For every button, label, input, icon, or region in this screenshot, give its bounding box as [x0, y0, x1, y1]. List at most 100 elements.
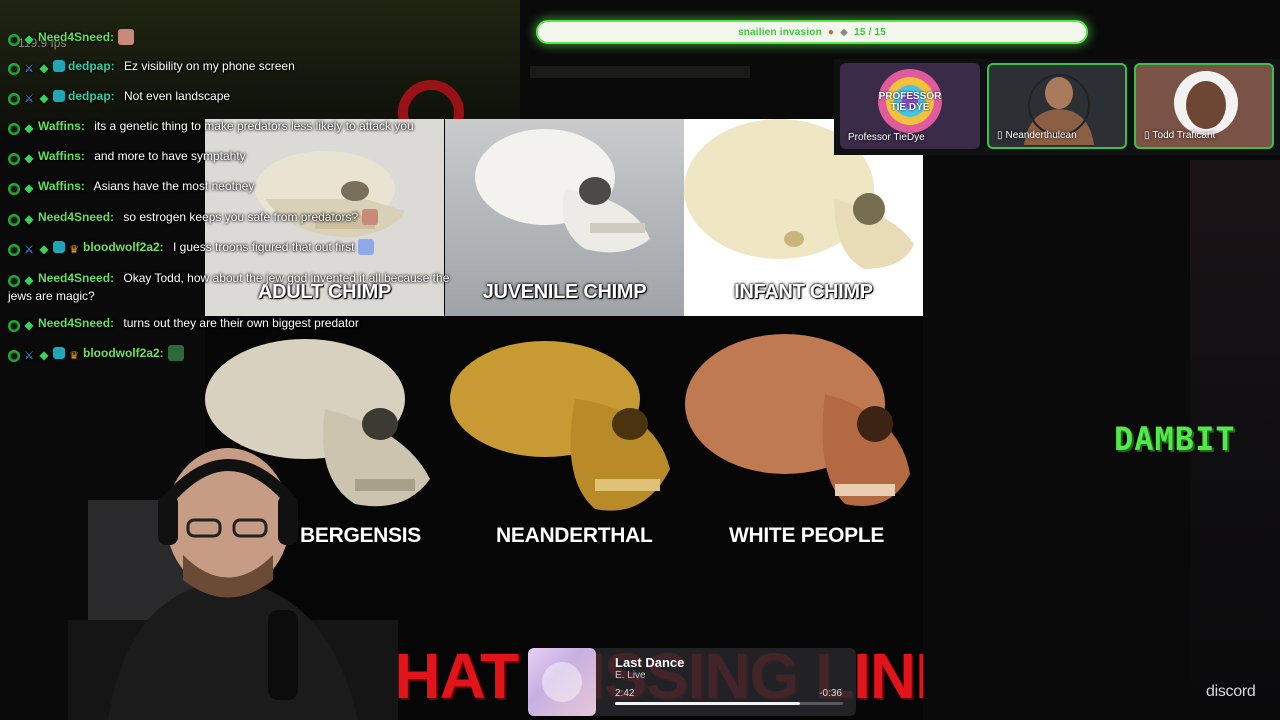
chat-username[interactable]: bloodwolf2a2:: [83, 240, 164, 254]
chat-message: ⊗ ◆ Need4Sneed: so estrogen keeps you safe…: [8, 208, 379, 226]
label-neanderthal: NEANDERTHAL: [496, 524, 653, 547]
emote-icon: [358, 239, 375, 255]
emote-icon: [167, 345, 184, 361]
goal-count: 15 / 15: [854, 26, 887, 38]
streamer-figure: [68, 448, 398, 720]
gem-badge-icon: ◆: [39, 348, 49, 362]
crown-badge-icon: ♛: [69, 244, 79, 256]
goal-sub-bar: [530, 66, 750, 78]
chat-message: ⊗ ◆ Need4Sneed: Okay Todd, how about the j…: [8, 269, 456, 305]
sword-badge-icon: ⚔: [24, 350, 34, 362]
chat-text: turns out they are their own biggest pre…: [120, 316, 359, 330]
mod-badge-icon: ⊗: [8, 183, 20, 195]
mod-badge-icon: ⊗: [8, 123, 20, 135]
gem-badge-icon: ◆: [39, 242, 49, 256]
chat-text: and more to have symptahty: [90, 149, 246, 163]
emote-icon: [118, 29, 135, 45]
track-title: Last Dance: [615, 655, 685, 670]
mod-badge-icon: ⊗: [8, 275, 20, 287]
dambit-sign: DAMBIT: [1114, 420, 1236, 458]
chat-message: ⊗ ⚔ ◆ ♛ bloodwolf2a2:: [8, 344, 184, 362]
phone-icon: ▯: [1144, 130, 1150, 141]
chat-message: ⊗ ◆ Need4Sneed:: [8, 28, 135, 46]
sword-badge-icon: ⚔: [24, 93, 34, 105]
discord-tile-todd-traficant[interactable]: ▯ Todd Traficant: [1134, 63, 1274, 149]
chat-username[interactable]: Waffins:: [38, 179, 85, 193]
mod-badge-icon: ⊗: [8, 244, 20, 256]
discord-participants: PROFESSOR TIE DYE Professor TieDye ▯ Nean…: [834, 59, 1280, 155]
grid-badge-icon: [53, 60, 65, 72]
chat-text: Not even landscape: [120, 89, 231, 103]
chat-username[interactable]: Waffins:: [38, 119, 85, 133]
sword-badge-icon: ⚔: [24, 63, 34, 75]
mod-badge-icon: ⊗: [8, 320, 20, 332]
crown-badge-icon: ♛: [69, 350, 79, 362]
emote-icon: [362, 209, 379, 225]
participant-name: ▯ Neanderthulean: [997, 130, 1077, 141]
chat-message: ⊗ ⚔ ◆ dedpap: Not even landscape: [8, 87, 230, 105]
chat-username[interactable]: Need4Sneed:: [38, 30, 114, 44]
chat-username[interactable]: Need4Sneed:: [38, 316, 114, 330]
seek-fill: [615, 702, 800, 705]
now-playing-widget: Last Dance E. Live 2:42 -0:36: [528, 648, 856, 716]
chat-message: ⊗ ⚔ ◆ dedpap: Ez visibility on my phone scr…: [8, 57, 295, 75]
chat-username[interactable]: dedpap:: [68, 89, 115, 103]
label-infant-chimp: INFANT CHIMP: [734, 281, 873, 303]
grid-badge-icon: [53, 347, 65, 359]
grid-badge-icon: [53, 90, 65, 102]
chat-username[interactable]: bloodwolf2a2:: [83, 346, 164, 360]
mod-badge-icon: ⊗: [8, 93, 20, 105]
grid-badge-icon: [53, 241, 65, 253]
chat-username[interactable]: Need4Sneed:: [38, 210, 114, 224]
participant-name: Professor TieDye: [848, 132, 925, 143]
label-juvenile-chimp: JUVENILE CHIMP: [482, 281, 647, 303]
goal-label: snailien invasion: [737, 26, 822, 38]
chat-message: ⊗ ◆ Need4Sneed: turns out they are their o…: [8, 314, 359, 332]
tiedye-avatar-text: PROFESSOR TIE DYE: [878, 91, 942, 113]
participant-name: ▯ Todd Traficant: [1144, 130, 1216, 141]
discord-logo: discord: [1206, 683, 1256, 700]
discord-tile-neanderthulean[interactable]: ▯ Neanderthulean: [987, 63, 1127, 149]
sword-badge-icon: ⚔: [24, 244, 34, 256]
mod-badge-icon: ⊗: [8, 63, 20, 75]
white-people-skull: [685, 334, 910, 506]
gem-badge-icon: ◆: [39, 91, 49, 105]
neanderthal-skull: [450, 341, 670, 511]
chat-username[interactable]: dedpap:: [68, 59, 115, 73]
mod-badge-icon: ⊗: [8, 153, 20, 165]
gem-badge-icon: ◆: [24, 318, 34, 332]
chat-text: Ez visibility on my phone screen: [120, 59, 295, 73]
gem-badge-icon: ◆: [24, 181, 34, 195]
remaining-time: -0:36: [819, 688, 842, 699]
gem-badge-icon: ◆: [24, 273, 34, 287]
chat-text: I guess troons figured that out first: [169, 240, 355, 254]
tile-juvenile-chimp: JUVENILE CHIMP: [445, 119, 684, 316]
mod-badge-icon: ⊗: [8, 214, 20, 226]
goal-progress-bar: snailien invasion ● ◆ 15 / 15: [536, 20, 1088, 44]
gem-badge-icon: ◆: [24, 121, 34, 135]
chat-username[interactable]: Need4Sneed:: [38, 271, 114, 285]
album-art: [528, 648, 596, 716]
label-white-people: WHITE PEOPLE: [729, 524, 885, 547]
seek-bar[interactable]: [615, 702, 843, 705]
chat-message: ⊗ ⚔ ◆ ♛ bloodwolf2a2: I guess troons figured…: [8, 238, 375, 256]
gem-badge-icon: ◆: [24, 32, 34, 46]
phone-icon: ▯: [997, 130, 1003, 141]
gem-badge-icon: ◆: [39, 61, 49, 75]
mod-badge-icon: ⊗: [8, 34, 20, 46]
gem-badge-icon: ◆: [24, 151, 34, 165]
chat-message: ⊗ ◆ Waffins: its a genetic thing to make p…: [8, 117, 414, 135]
ship-icon: ◆: [840, 26, 849, 38]
mod-badge-icon: ⊗: [8, 350, 20, 362]
discord-tile-professor-tiedye[interactable]: PROFESSOR TIE DYE Professor TieDye: [840, 63, 980, 149]
gem-badge-icon: ◆: [24, 212, 34, 226]
chat-text: so estrogen keeps you safe from predator…: [120, 210, 359, 224]
track-artist: E. Live: [615, 670, 646, 681]
chat-message: ⊗ ◆ Waffins: and more to have symptahty: [8, 147, 246, 165]
chat-text: Asians have the most neotney: [90, 179, 255, 193]
chat-text: its a genetic thing to make predators le…: [90, 119, 414, 133]
elapsed-time: 2:42: [615, 688, 635, 699]
chat-username[interactable]: Waffins:: [38, 149, 85, 163]
snail-icon: ●: [827, 26, 835, 38]
streamer-webcam: [68, 440, 398, 720]
